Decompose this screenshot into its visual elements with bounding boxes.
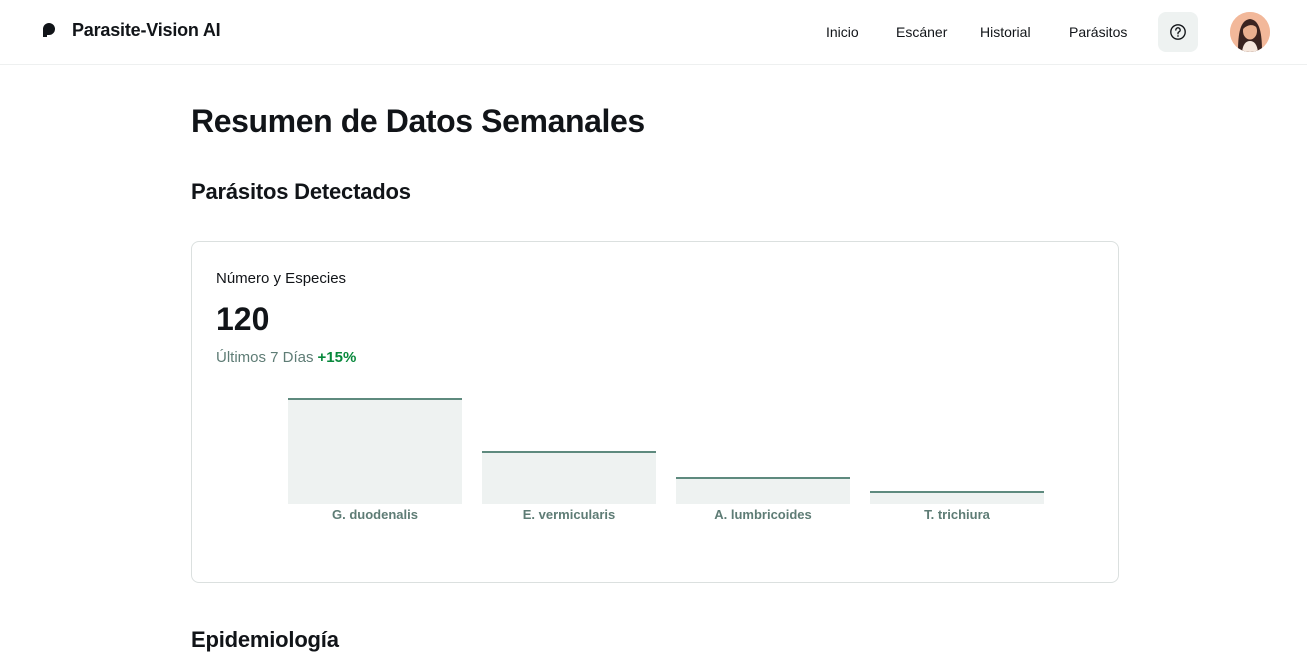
bar-3 bbox=[870, 491, 1044, 504]
nav-inicio[interactable]: Inicio bbox=[826, 24, 859, 40]
parasites-bar-chart: G. duodenalis E. vermicularis A. lumbricoi… bbox=[192, 242, 1120, 584]
user-avatar[interactable] bbox=[1230, 12, 1270, 52]
section-title-epidemiologia: Epidemiología bbox=[191, 627, 339, 652]
help-button[interactable] bbox=[1158, 12, 1198, 52]
bar-label-0: G. duodenalis bbox=[332, 507, 418, 522]
bar-label-1: E. vermicularis bbox=[522, 507, 616, 522]
parasites-card: Número y Especies 120 Últimos 7 Días +15%… bbox=[191, 241, 1119, 583]
bar-label-3: T. trichiura bbox=[924, 507, 990, 522]
bar-0 bbox=[288, 398, 462, 504]
brand[interactable]: Parasite-Vision AI bbox=[40, 20, 221, 41]
page-title: Resumen de Datos Semanales bbox=[191, 103, 645, 139]
nav-escaner[interactable]: Escáner bbox=[896, 24, 947, 40]
parasite-logo-icon bbox=[43, 22, 55, 37]
bar-1 bbox=[482, 451, 656, 504]
avatar-image bbox=[1230, 12, 1270, 52]
bar-label-2: A. lumbricoides bbox=[714, 507, 812, 522]
top-header: Parasite-Vision AI Inicio Escáner Histor… bbox=[0, 0, 1307, 65]
bar-2 bbox=[676, 477, 850, 504]
brand-name: Parasite-Vision AI bbox=[72, 20, 221, 40]
nav-historial[interactable]: Historial bbox=[980, 24, 1031, 40]
question-circle-icon bbox=[1170, 24, 1186, 40]
nav-parasitos[interactable]: Parásitos bbox=[1069, 24, 1127, 40]
section-title-parasitos: Parásitos Detectados bbox=[191, 179, 411, 204]
